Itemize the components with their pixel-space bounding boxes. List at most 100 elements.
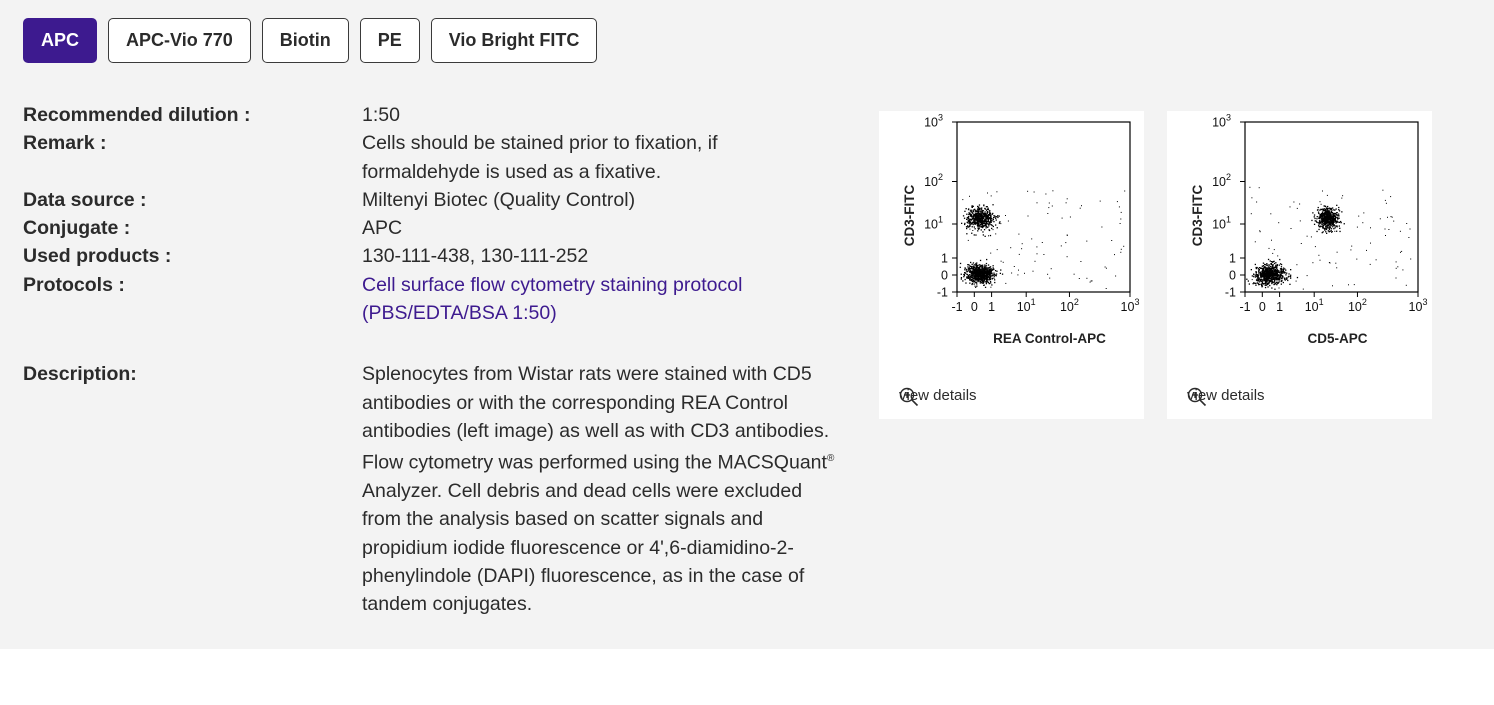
event-dot (1271, 270, 1273, 273)
event-dot (1334, 220, 1337, 222)
tab-apc-vio-770[interactable]: APC-Vio 770 (108, 18, 251, 63)
event-dot (995, 275, 997, 277)
event-dot (984, 212, 987, 215)
tab-biotin[interactable]: Biotin (261, 18, 349, 63)
tab-vio-bright-fitc[interactable]: Vio Bright FITC (430, 18, 598, 63)
event-dot (978, 267, 980, 269)
y-axis-title: CD3-FITC (1190, 185, 1205, 247)
event-dot (1043, 254, 1045, 255)
event-dot (967, 266, 969, 268)
event-dot (1031, 238, 1033, 240)
event-dot (985, 227, 987, 229)
event-dot (1246, 278, 1248, 280)
event-dot (981, 219, 983, 221)
event-dot (1350, 249, 1352, 251)
event-dot (971, 218, 973, 221)
event-dot (976, 264, 978, 266)
view-details-link[interactable]: view details (1187, 387, 1265, 407)
event-dot (981, 267, 983, 269)
event-dot (984, 216, 987, 218)
event-dot (1279, 271, 1281, 273)
event-dot (1382, 189, 1384, 191)
event-dot (1272, 264, 1274, 266)
event-dot (1375, 259, 1377, 261)
event-dot (1271, 276, 1273, 279)
view-details-link[interactable]: view details (899, 387, 977, 407)
event-dot (1333, 228, 1335, 230)
event-dot (963, 217, 966, 219)
event-dot (1332, 226, 1334, 228)
spec-row-dilution: Recommended dilution : 1:50 (23, 101, 853, 129)
event-dot (1032, 270, 1034, 272)
event-dot (1325, 231, 1327, 233)
event-dot (1331, 220, 1334, 222)
event-dot (1050, 268, 1052, 270)
event-dot (985, 209, 988, 211)
event-dot (990, 216, 992, 218)
event-dot (977, 275, 980, 277)
event-dot (996, 227, 998, 229)
event-dot (973, 234, 975, 236)
event-dot (993, 216, 995, 219)
event-dot (1268, 269, 1270, 271)
event-dot (1049, 277, 1051, 279)
event-dot (974, 228, 976, 230)
x-tick-label: 102 (1060, 297, 1079, 314)
event-dot (976, 224, 979, 226)
event-dot (984, 264, 986, 266)
event-dot (1277, 276, 1279, 278)
event-dot (1259, 230, 1261, 232)
event-dot (1338, 210, 1341, 212)
event-dot (1324, 209, 1326, 212)
event-dot (1274, 288, 1276, 290)
event-dot (991, 220, 993, 222)
event-dot (1280, 283, 1282, 285)
y-tick-label: 1 (941, 252, 948, 266)
event-dot (1258, 284, 1260, 286)
event-dot (1406, 223, 1408, 224)
event-dot (997, 216, 999, 219)
event-dot (1384, 228, 1386, 230)
event-dot (1069, 216, 1071, 218)
event-dot (1306, 275, 1308, 277)
event-dot (977, 219, 979, 221)
event-dot (970, 222, 972, 224)
event-dot (1265, 280, 1267, 282)
event-dot (1332, 285, 1333, 287)
event-dot (1265, 273, 1267, 275)
event-dot (977, 213, 979, 215)
event-dot (975, 222, 977, 224)
event-dot (1326, 219, 1328, 222)
event-dot (973, 281, 975, 283)
x-tick-label: 0 (971, 300, 978, 314)
event-dot (980, 269, 983, 271)
event-dot (983, 270, 985, 273)
event-dot (1278, 277, 1281, 279)
protocol-link[interactable]: Cell surface flow cytometry staining pro… (362, 271, 782, 328)
event-dot (1369, 263, 1371, 265)
event-dot (971, 210, 973, 212)
event-dot (1362, 222, 1364, 224)
tab-pe[interactable]: PE (359, 18, 420, 63)
event-dot (1268, 268, 1270, 270)
event-dot (987, 209, 990, 211)
event-dot (1116, 201, 1118, 203)
event-dot (965, 208, 967, 210)
event-dot (979, 213, 982, 215)
event-dot (1337, 221, 1339, 223)
event-dot (1323, 208, 1326, 210)
event-dot (1327, 224, 1329, 227)
event-dot (1280, 263, 1283, 266)
tab-apc[interactable]: APC (23, 18, 98, 63)
event-dot (968, 226, 970, 228)
event-dot (1321, 215, 1324, 217)
event-dot (1332, 212, 1334, 215)
event-dot (1319, 225, 1321, 227)
event-dot (982, 234, 984, 236)
event-dot (966, 233, 968, 235)
event-dot (1269, 265, 1272, 268)
event-dot (1051, 205, 1053, 207)
event-dot (1321, 219, 1323, 222)
event-dot (1266, 279, 1268, 281)
event-dot (1334, 230, 1336, 232)
